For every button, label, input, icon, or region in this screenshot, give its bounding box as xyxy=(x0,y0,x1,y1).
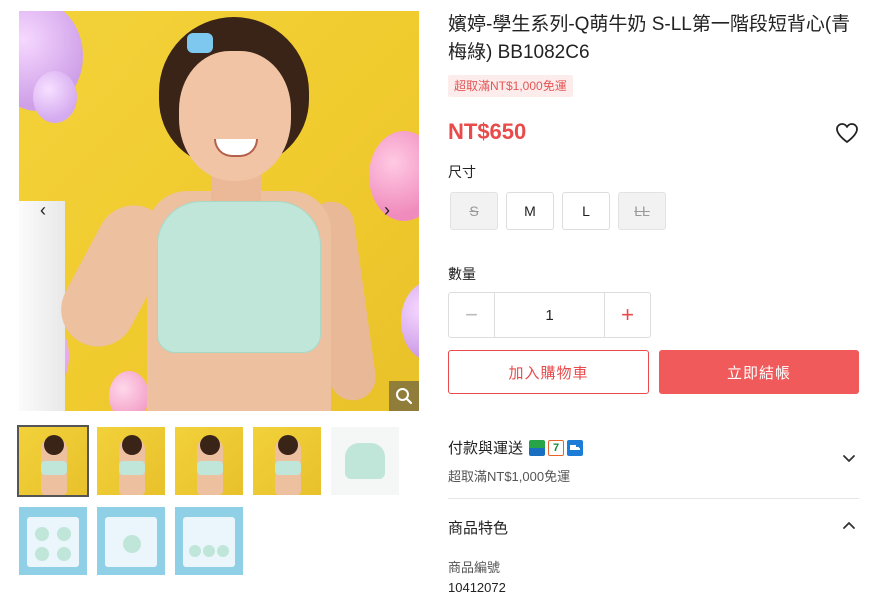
quantity-stepper: − 1 + xyxy=(448,292,651,338)
curtain-decoration xyxy=(19,201,65,411)
chevron-left-icon[interactable]: ‹ xyxy=(36,200,50,220)
quantity-input[interactable]: 1 xyxy=(495,293,604,337)
thumb-card xyxy=(105,517,157,567)
payment-icons: 7 xyxy=(529,439,584,456)
thumb-dot xyxy=(189,545,201,557)
thumb-bra xyxy=(345,443,385,479)
size-option-ll[interactable]: LL xyxy=(618,192,666,230)
thumbnail-4[interactable] xyxy=(253,427,321,495)
familymart-icon xyxy=(529,439,546,456)
thumb-dot xyxy=(123,535,141,553)
thumb-dot xyxy=(35,547,49,561)
quantity-increase-button[interactable]: + xyxy=(604,293,650,337)
thumb-dot xyxy=(203,545,215,557)
thumb-figure xyxy=(41,435,67,495)
buy-now-button[interactable]: 立即結帳 xyxy=(659,350,859,394)
thumb-card xyxy=(183,517,235,567)
balloon-decoration xyxy=(369,131,419,221)
thumbnail-2[interactable] xyxy=(97,427,165,495)
add-to-cart-button[interactable]: 加入購物車 xyxy=(448,350,649,394)
thumbnail-6[interactable] xyxy=(19,507,87,575)
model-face xyxy=(179,51,291,181)
section-divider xyxy=(448,498,859,499)
product-title: 嬪婷-學生系列-Q萌牛奶 S-LL第一階段短背心(青梅綠) BB1082C6 xyxy=(448,14,851,63)
size-option-m[interactable]: M xyxy=(506,192,554,230)
thumbnail-5[interactable] xyxy=(331,427,399,495)
features-title[interactable]: 商品特色 xyxy=(448,517,508,538)
balloon-decoration xyxy=(33,71,77,123)
thumb-dot xyxy=(57,547,71,561)
size-option-s[interactable]: S xyxy=(450,192,498,230)
product-price: NT$650 xyxy=(448,119,527,144)
thumbnail-3[interactable] xyxy=(175,427,243,495)
thumb-dot xyxy=(217,545,229,557)
thumb-dot xyxy=(35,527,49,541)
thumb-figure xyxy=(197,435,223,495)
thumbnail-1[interactable] xyxy=(17,425,89,497)
product-top xyxy=(157,201,321,353)
balloon-decoration xyxy=(109,371,149,411)
thumb-figure xyxy=(119,435,145,495)
payment-shipping-title: 付款與運送 xyxy=(448,440,524,457)
chevron-right-icon[interactable]: › xyxy=(380,200,394,220)
seven-eleven-icon: 7 xyxy=(548,439,565,456)
main-product-image[interactable] xyxy=(19,11,419,411)
thumbnail-7[interactable] xyxy=(97,507,165,575)
product-code-value: 10412072 xyxy=(448,580,506,595)
quantity-decrease-button[interactable]: − xyxy=(449,293,495,337)
hairclip xyxy=(187,33,213,53)
thumbnail-8[interactable] xyxy=(175,507,243,575)
quantity-label: 數量 xyxy=(448,266,476,282)
wishlist-button[interactable] xyxy=(835,122,859,144)
chevron-up-icon[interactable] xyxy=(840,516,858,534)
size-label: 尺寸 xyxy=(448,164,476,180)
balloon-decoration xyxy=(401,281,419,361)
magnifier-icon xyxy=(396,388,413,405)
payment-shipping-header[interactable]: 付款與運送 7 xyxy=(448,437,584,458)
product-code-label: 商品編號 xyxy=(448,560,501,575)
thumb-figure xyxy=(275,435,301,495)
thumb-card xyxy=(27,517,79,567)
thumb-dot xyxy=(57,527,71,541)
size-option-l[interactable]: L xyxy=(562,192,610,230)
zoom-button[interactable] xyxy=(389,381,419,411)
heart-icon xyxy=(836,123,858,143)
promo-tag: 超取滿NT$1,000免運 xyxy=(448,75,573,97)
payment-shipping-subtitle: 超取滿NT$1,000免運 xyxy=(448,469,571,484)
delivery-truck-icon xyxy=(567,439,584,456)
chevron-down-icon[interactable] xyxy=(840,450,858,468)
